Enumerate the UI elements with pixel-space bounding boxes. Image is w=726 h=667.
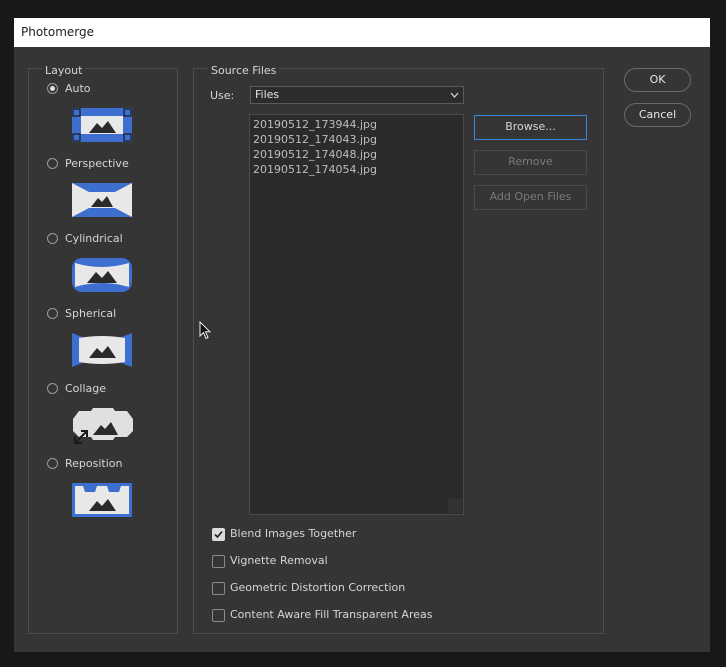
- file-list[interactable]: 20190512_173944.jpg 20190512_174043.jpg …: [249, 114, 464, 515]
- blend-images-label: Blend Images Together: [230, 527, 357, 540]
- radio-spherical[interactable]: [47, 308, 58, 319]
- reposition-layout-icon: [72, 483, 132, 517]
- content-aware-fill-checkbox[interactable]: [212, 609, 225, 622]
- radio-cylindrical-label: Cylindrical: [65, 232, 123, 245]
- use-label: Use:: [210, 89, 235, 102]
- radio-spherical-label: Spherical: [65, 307, 117, 320]
- radio-perspective-label: Perspective: [65, 157, 129, 170]
- chevron-down-icon: [450, 92, 459, 98]
- radio-cylindrical[interactable]: [47, 233, 58, 244]
- radio-reposition[interactable]: [47, 458, 58, 469]
- blend-images-checkbox[interactable]: [212, 528, 225, 541]
- cancel-button[interactable]: Cancel: [624, 103, 691, 127]
- radio-collage-label: Collage: [65, 382, 107, 395]
- collage-layout-icon: [73, 408, 133, 444]
- radio-perspective[interactable]: [47, 158, 58, 169]
- list-item[interactable]: 20190512_174043.jpg: [253, 132, 377, 147]
- use-select[interactable]: Files: [250, 86, 464, 104]
- geometric-distortion-label: Geometric Distortion Correction: [230, 581, 406, 594]
- add-open-files-button[interactable]: Add Open Files: [474, 185, 587, 210]
- source-files-group-label: Source Files: [208, 64, 280, 77]
- radio-auto-label: Auto: [65, 82, 91, 95]
- title-bar: [14, 18, 710, 47]
- mouse-cursor-icon: [199, 321, 211, 340]
- geometric-distortion-checkbox[interactable]: [212, 582, 225, 595]
- list-item[interactable]: 20190512_173944.jpg: [253, 117, 377, 132]
- layout-group-label: Layout: [42, 64, 86, 77]
- list-item[interactable]: 20190512_174054.jpg: [253, 162, 377, 177]
- vignette-removal-checkbox[interactable]: [212, 555, 225, 568]
- use-select-value: Files: [255, 88, 280, 101]
- auto-layout-icon: [72, 108, 132, 142]
- cylindrical-layout-icon: [72, 258, 132, 292]
- spherical-layout-icon: [72, 333, 132, 367]
- ok-button[interactable]: OK: [624, 68, 691, 92]
- content-aware-fill-label: Content Aware Fill Transparent Areas: [230, 608, 433, 621]
- remove-button[interactable]: Remove: [474, 150, 587, 175]
- checkmark-icon: [214, 530, 223, 539]
- window-title: Photomerge: [21, 25, 95, 39]
- vignette-removal-label: Vignette Removal: [230, 554, 328, 567]
- radio-collage[interactable]: [47, 383, 58, 394]
- radio-reposition-label: Reposition: [65, 457, 123, 470]
- list-item[interactable]: 20190512_174048.jpg: [253, 147, 377, 162]
- radio-auto[interactable]: [47, 83, 58, 94]
- perspective-layout-icon: [72, 183, 132, 217]
- browse-button[interactable]: Browse...: [474, 115, 587, 140]
- resize-corner: [448, 499, 462, 513]
